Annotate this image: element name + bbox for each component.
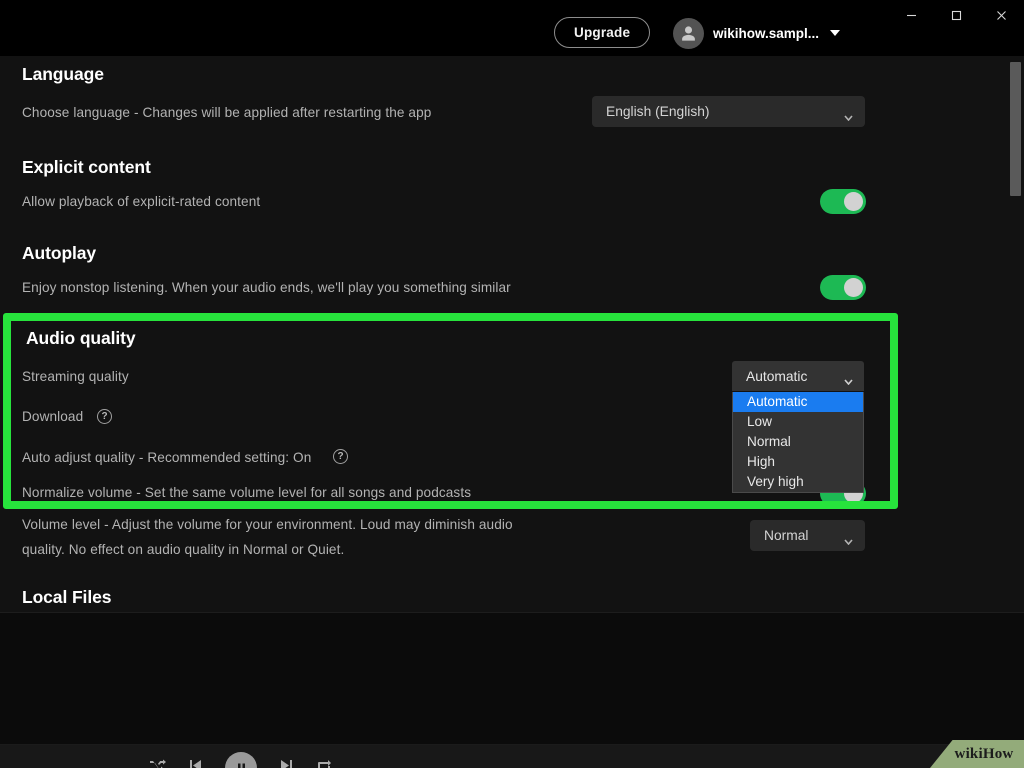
settings-scroll-area[interactable]: Language Choose language - Changes will … <box>0 56 1024 612</box>
auto-adjust-help-icon[interactable]: ? <box>333 449 348 464</box>
download-help-icon[interactable]: ? <box>97 409 112 424</box>
volume-level-value: Normal <box>764 528 809 543</box>
option-low[interactable]: Low <box>733 412 863 432</box>
section-title-explicit-content: Explicit content <box>22 157 151 177</box>
upgrade-button[interactable]: Upgrade <box>554 17 651 48</box>
minimize-icon[interactable] <box>889 0 934 30</box>
account-name: wikihow.sampl... <box>713 25 820 41</box>
person-icon <box>673 17 704 49</box>
streaming-quality-label: Streaming quality <box>22 369 129 384</box>
lower-area <box>0 612 1024 768</box>
chevron-down-icon <box>844 373 853 388</box>
play-icon[interactable] <box>225 752 257 768</box>
language-select[interactable]: English (English) <box>592 96 865 127</box>
option-very-high[interactable]: Very high <box>733 472 863 492</box>
explicit-content-toggle[interactable] <box>820 189 866 214</box>
repeat-icon[interactable] <box>316 758 332 768</box>
streaming-quality-options-list: Automatic Low Normal High Very high <box>732 392 864 493</box>
divider <box>0 612 1024 613</box>
toggle-knob <box>844 278 863 297</box>
section-title-language: Language <box>22 64 104 84</box>
section-title-autoplay: Autoplay <box>22 243 97 263</box>
volume-level-select[interactable]: Normal <box>750 520 865 551</box>
option-normal[interactable]: Normal <box>733 432 863 452</box>
next-icon[interactable] <box>279 758 294 768</box>
normalize-volume-label: Normalize volume - Set the same volume l… <box>22 485 472 500</box>
toggle-knob <box>844 192 863 211</box>
language-select-value: English (English) <box>606 104 710 119</box>
player-controls <box>150 752 332 768</box>
section-title-audio-quality: Audio quality <box>26 328 136 348</box>
title-bar: Upgrade wikihow.sampl... <box>0 0 1024 56</box>
chevron-down-icon <box>844 533 853 545</box>
close-icon[interactable] <box>979 0 1024 30</box>
spotify-settings-window: Upgrade wikihow.sampl... Language Choose… <box>0 0 1024 768</box>
section-title-local-files: Local Files <box>22 587 112 607</box>
scrollbar-thumb[interactable] <box>1010 62 1021 196</box>
streaming-quality-value: Automatic <box>746 368 808 384</box>
option-automatic[interactable]: Automatic <box>733 392 863 412</box>
previous-icon[interactable] <box>188 758 203 768</box>
option-high[interactable]: High <box>733 452 863 472</box>
wikihow-watermark: wikiHow <box>930 740 1024 768</box>
auto-adjust-quality-label: Auto adjust quality - Recommended settin… <box>22 450 312 465</box>
window-controls <box>889 0 1024 30</box>
maximize-icon[interactable] <box>934 0 979 30</box>
volume-level-label: Volume level - Adjust the volume for you… <box>22 517 513 557</box>
download-label: Download <box>22 409 84 424</box>
autoplay-row-label: Enjoy nonstop listening. When your audio… <box>22 280 511 295</box>
chevron-down-icon <box>844 109 853 121</box>
language-row-label: Choose language - Changes will be applie… <box>22 105 432 120</box>
account-menu[interactable]: wikihow.sampl... <box>673 17 841 49</box>
shuffle-icon[interactable] <box>150 758 166 768</box>
caret-down-icon <box>830 30 841 36</box>
autoplay-toggle[interactable] <box>820 275 866 300</box>
streaming-quality-select[interactable]: Automatic <box>732 361 864 391</box>
explicit-row-label: Allow playback of explicit-rated content <box>22 194 261 209</box>
watermark-text: wikiHow <box>954 745 1014 762</box>
